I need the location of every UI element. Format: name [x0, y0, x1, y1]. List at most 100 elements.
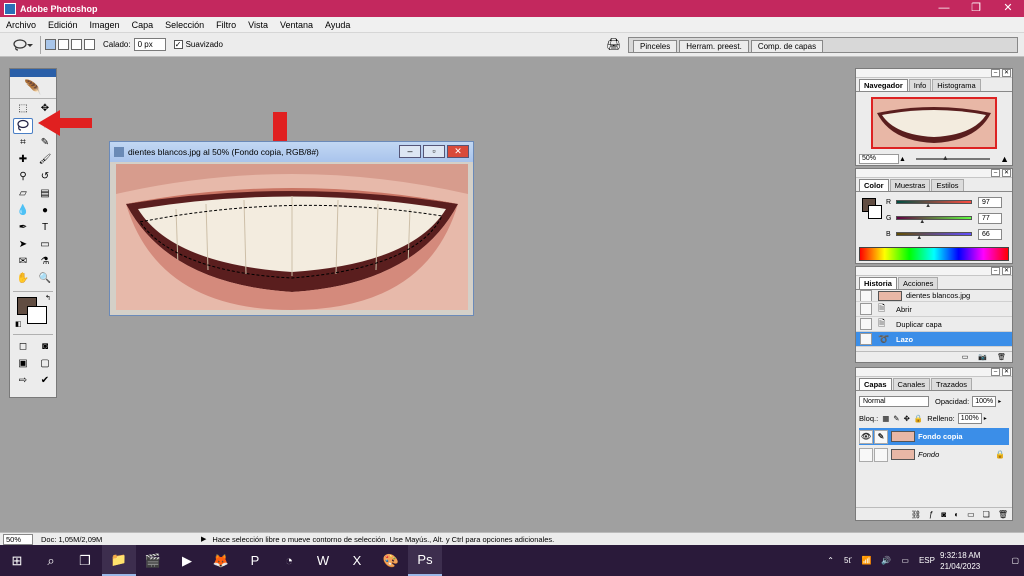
- media-player-icon[interactable]: ▶: [170, 545, 204, 576]
- menu-imagen[interactable]: Imagen: [84, 20, 126, 30]
- jump-to-imageready-icon[interactable]: ⇨: [13, 373, 33, 389]
- fill-arrow-icon[interactable]: ▸: [984, 415, 987, 422]
- panel-close-button[interactable]: ✕: [1002, 69, 1011, 77]
- tab-comp-capas[interactable]: Comp. de capas: [750, 40, 824, 52]
- feather-icon[interactable]: 🪶: [10, 77, 56, 99]
- gradient-icon[interactable]: ▤: [35, 186, 55, 202]
- history-checkbox[interactable]: [860, 303, 872, 315]
- channel-input-r[interactable]: 97: [978, 196, 1002, 208]
- channel-slider-g[interactable]: ▲: [896, 216, 972, 225]
- history-checkbox[interactable]: [860, 333, 872, 345]
- minimize-button[interactable]: —: [928, 0, 960, 17]
- history-checkbox[interactable]: [860, 318, 872, 330]
- app-icon[interactable]: ◔: [272, 545, 306, 576]
- tab-canales[interactable]: Canales: [892, 378, 931, 390]
- tab-color[interactable]: Color: [859, 179, 889, 191]
- opacity-arrow-icon[interactable]: ▸: [998, 398, 1001, 405]
- channel-knob[interactable]: ▲: [916, 235, 922, 241]
- chevron-up-icon[interactable]: ⌃: [827, 556, 834, 565]
- navigator-thumbnail[interactable]: [871, 97, 997, 149]
- layer-row-fondo[interactable]: Fondo 🔒: [859, 446, 1009, 463]
- quick-mask-icon[interactable]: ◙: [35, 339, 55, 355]
- new-document-from-state-icon[interactable]: ▭: [962, 353, 969, 361]
- clock[interactable]: 9:32:18 AM 21/04/2023: [940, 550, 980, 572]
- tab-capas[interactable]: Capas: [859, 378, 892, 390]
- doc-maximize-button[interactable]: ▫: [423, 145, 445, 158]
- navigator-zoom-input[interactable]: 50%: [859, 154, 899, 164]
- lock-brush-icon[interactable]: ✎: [893, 414, 899, 423]
- notes-icon[interactable]: ✉: [13, 254, 33, 270]
- panel-header[interactable]: – ✕: [856, 267, 1012, 276]
- subtract-selection-button[interactable]: [71, 39, 82, 50]
- panel-minimize-button[interactable]: –: [991, 368, 1000, 376]
- default-colors-icon[interactable]: ◧: [15, 320, 22, 328]
- history-item[interactable]: 🗎 Abrir: [856, 302, 1012, 317]
- channel-slider-r[interactable]: ▲: [896, 200, 972, 209]
- snapshot-checkbox[interactable]: [860, 290, 872, 301]
- panel-header[interactable]: – ✕: [856, 69, 1012, 78]
- pen-icon[interactable]: ✒: [13, 220, 33, 236]
- clone-stamp-icon[interactable]: ⚲: [13, 169, 33, 185]
- image-canvas[interactable]: [116, 164, 468, 310]
- marquee-icon[interactable]: ⬚: [13, 101, 33, 117]
- battery-icon[interactable]: ▭: [901, 556, 909, 565]
- layer-style-icon[interactable]: ƒ: [929, 510, 933, 519]
- color-background-swatch[interactable]: [868, 205, 882, 219]
- toolbox-header[interactable]: [10, 69, 56, 77]
- tab-pinceles[interactable]: Pinceles: [633, 40, 678, 52]
- panel-header[interactable]: – ✕: [856, 169, 1012, 178]
- fill-input[interactable]: 100%: [957, 413, 982, 424]
- lock-all-icon[interactable]: 🔒: [914, 414, 923, 423]
- tab-estilos[interactable]: Estilos: [931, 179, 964, 191]
- panel-close-button[interactable]: ✕: [1002, 368, 1011, 376]
- status-menu-arrow-icon[interactable]: ▶: [201, 535, 206, 543]
- brush-icon[interactable]: ✎: [874, 429, 888, 444]
- fullscreen-mode-icon[interactable]: ▢: [35, 356, 55, 372]
- color-spectrum-bar[interactable]: [859, 247, 1009, 261]
- menu-capa[interactable]: Capa: [126, 20, 160, 30]
- new-selection-button[interactable]: [45, 39, 56, 50]
- layer-mask-icon[interactable]: ◙: [941, 510, 946, 519]
- crop-icon[interactable]: ⌗: [13, 135, 33, 151]
- trash-icon[interactable]: 🗑: [998, 510, 1008, 519]
- volume-icon[interactable]: 🔊: [881, 556, 891, 565]
- document-title-bar[interactable]: dientes blancos.jpg al 50% (Fondo copia,…: [110, 142, 473, 162]
- brush-icon[interactable]: 🖌: [35, 152, 55, 168]
- screen-mode-icon[interactable]: ▣: [13, 356, 33, 372]
- menu-filtro[interactable]: Filtro: [210, 20, 242, 30]
- eraser-icon[interactable]: ▱: [13, 186, 33, 202]
- panel-minimize-button[interactable]: –: [991, 69, 1000, 77]
- opacity-input[interactable]: 100%: [972, 396, 997, 407]
- menu-seleccion[interactable]: Selección: [159, 20, 210, 30]
- status-zoom-input[interactable]: 50%: [3, 533, 33, 545]
- menu-vista[interactable]: Vista: [242, 20, 274, 30]
- intersect-selection-button[interactable]: [84, 39, 95, 50]
- menu-archivo[interactable]: Archivo: [0, 20, 42, 30]
- shape-icon[interactable]: ▭: [35, 237, 55, 253]
- language-indicator[interactable]: ESP: [919, 556, 935, 565]
- menu-edicion[interactable]: Edición: [42, 20, 84, 30]
- lasso-icon[interactable]: [13, 118, 33, 134]
- path-selection-icon[interactable]: ➤: [13, 237, 33, 253]
- doc-close-button[interactable]: ✕: [447, 145, 469, 158]
- tab-historia[interactable]: Historia: [859, 277, 897, 289]
- tab-herram-preest[interactable]: Herram. preest.: [679, 40, 749, 52]
- firefox-icon[interactable]: 🦊: [204, 545, 238, 576]
- blur-icon[interactable]: 💧: [13, 203, 33, 219]
- standard-mode-icon[interactable]: ◻: [13, 339, 33, 355]
- task-view-icon[interactable]: ❐: [68, 545, 102, 576]
- network-icon[interactable]: 📶: [861, 556, 871, 565]
- hand-icon[interactable]: ✋: [13, 271, 33, 287]
- notifications-icon[interactable]: ▢: [1011, 556, 1019, 565]
- link-layers-icon[interactable]: ⛓: [911, 510, 921, 519]
- tab-acciones[interactable]: Acciones: [897, 277, 939, 289]
- history-item-active[interactable]: ➰ Lazo: [856, 332, 1012, 347]
- history-item[interactable]: 🗎 Duplicar capa: [856, 317, 1012, 332]
- zoom-icon[interactable]: 🔍: [35, 271, 55, 287]
- channel-knob[interactable]: ▲: [925, 203, 931, 209]
- eyedropper-icon[interactable]: ⚗: [35, 254, 55, 270]
- zoom-out-icon[interactable]: ▲: [899, 156, 906, 163]
- adjustment-layer-icon[interactable]: ◐: [954, 510, 959, 519]
- app-tray-icon[interactable]: 5ť: [844, 556, 851, 565]
- panel-close-button[interactable]: ✕: [1002, 169, 1011, 177]
